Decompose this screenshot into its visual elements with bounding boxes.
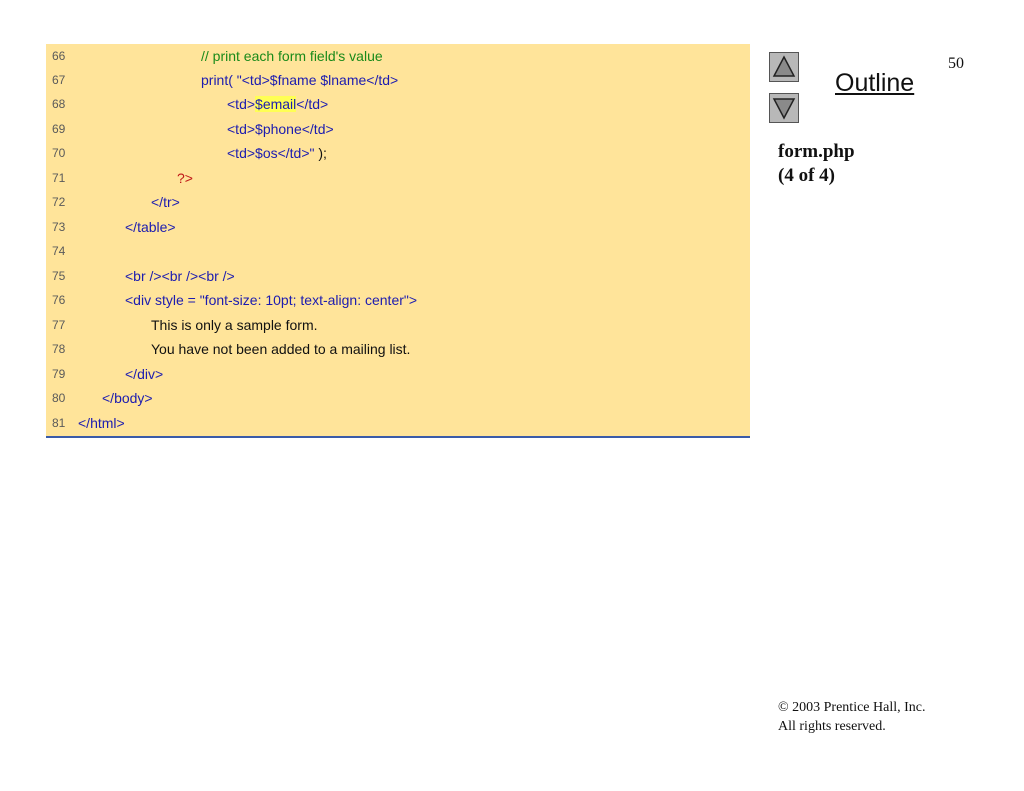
line-number: 69	[52, 122, 66, 136]
code-line: 76 <div style = "font-size: 10pt; text-al…	[46, 288, 750, 312]
code-token: </html>	[78, 415, 125, 431]
line-number: 80	[52, 391, 66, 405]
code-token: <td>$os</td>"	[227, 145, 319, 161]
line-number: 72	[52, 195, 66, 209]
code-token: </tr>	[151, 194, 180, 210]
code-text: <br /><br /><br />	[125, 264, 235, 288]
code-token: ?>	[177, 170, 193, 186]
code-text: You have not been added to a mailing lis…	[151, 337, 410, 361]
code-text: <div style = "font-size: 10pt; text-alig…	[125, 288, 417, 312]
code-line: 74	[46, 239, 750, 263]
rights-line: All rights reserved.	[778, 719, 886, 734]
code-text: This is only a sample form.	[151, 313, 318, 337]
triangle-down-icon	[772, 98, 796, 120]
code-text: </table>	[125, 215, 176, 239]
code-text: </tr>	[151, 190, 180, 214]
part-indicator: (4 of 4)	[778, 165, 835, 186]
code-token: </td>	[296, 96, 329, 112]
code-line: 68 <td>$email</td>	[46, 92, 750, 116]
code-text: </body>	[102, 386, 153, 410]
copyright-notice: © 2003 Prentice Hall, Inc. All rights re…	[778, 698, 926, 736]
code-token: </table>	[125, 219, 176, 235]
code-listing: 66 // print each form field's value 67 prin…	[46, 44, 750, 438]
code-line: 73 </table>	[46, 215, 750, 239]
line-number: 71	[52, 171, 66, 185]
code-line: 69 <td>$phone</td>	[46, 117, 750, 141]
line-number: 75	[52, 269, 66, 283]
code-token: </div>	[125, 366, 164, 382]
triangle-up-icon	[772, 55, 796, 77]
line-number: 79	[52, 367, 66, 381]
line-number: 78	[52, 342, 66, 356]
code-line: 80 </body>	[46, 386, 750, 410]
code-line: 66 // print each form field's value	[46, 44, 750, 68]
line-number: 66	[52, 49, 66, 63]
code-text: print( "<td>$fname $lname</td>	[201, 68, 398, 92]
code-line: 79 </div>	[46, 362, 750, 386]
code-token: <div style = "font-size: 10pt; text-alig…	[125, 292, 418, 308]
outline-link[interactable]: Outline	[835, 69, 914, 98]
code-line: 75 <br /><br /><br />	[46, 264, 750, 288]
code-line: 77 This is only a sample form.	[46, 313, 750, 337]
code-line: 81 </html>	[46, 411, 750, 435]
previous-slide-button[interactable]	[769, 52, 799, 82]
code-line: 70 <td>$os</td>" );	[46, 141, 750, 165]
page-number: 50	[948, 55, 964, 72]
code-token: </body>	[102, 390, 153, 406]
code-token: <br /><br /><br />	[125, 268, 235, 284]
highlighted-token: $email	[255, 96, 297, 112]
code-token: <td>$phone</td>	[227, 121, 334, 137]
next-slide-button[interactable]	[769, 93, 799, 123]
line-number: 77	[52, 318, 66, 332]
code-token: );	[318, 145, 327, 161]
code-text: // print each form field's value	[201, 44, 383, 68]
code-token: print( "<td>$fname $lname</td>	[201, 72, 399, 88]
code-line: 72 </tr>	[46, 190, 750, 214]
code-token: <td>	[227, 96, 256, 112]
code-line: 67 print( "<td>$fname $lname</td>	[46, 68, 750, 92]
code-line: 71 ?>	[46, 166, 750, 190]
line-number: 73	[52, 220, 66, 234]
line-number: 74	[52, 244, 66, 258]
code-text: </div>	[125, 362, 163, 386]
code-text: <td>$os</td>" );	[227, 141, 327, 165]
copyright-line: © 2003 Prentice Hall, Inc.	[778, 700, 926, 715]
slide-file-reference: form.php (4 of 4)	[778, 140, 855, 188]
line-number: 70	[52, 146, 66, 160]
code-token: This is only a sample form.	[151, 317, 318, 333]
line-number: 81	[52, 416, 66, 430]
code-text: ?>	[177, 166, 193, 190]
code-token: You have not been added to a mailing lis…	[151, 341, 411, 357]
line-number: 68	[52, 97, 66, 111]
code-text: <td>$email</td>	[227, 92, 328, 116]
line-number: 76	[52, 293, 66, 307]
code-line: 78 You have not been added to a mailing l…	[46, 337, 750, 361]
code-token: // print each form field's value	[201, 48, 383, 64]
code-text: <td>$phone</td>	[227, 117, 334, 141]
file-name: form.php	[778, 141, 855, 162]
line-number: 67	[52, 73, 66, 87]
code-text: </html>	[78, 411, 125, 435]
